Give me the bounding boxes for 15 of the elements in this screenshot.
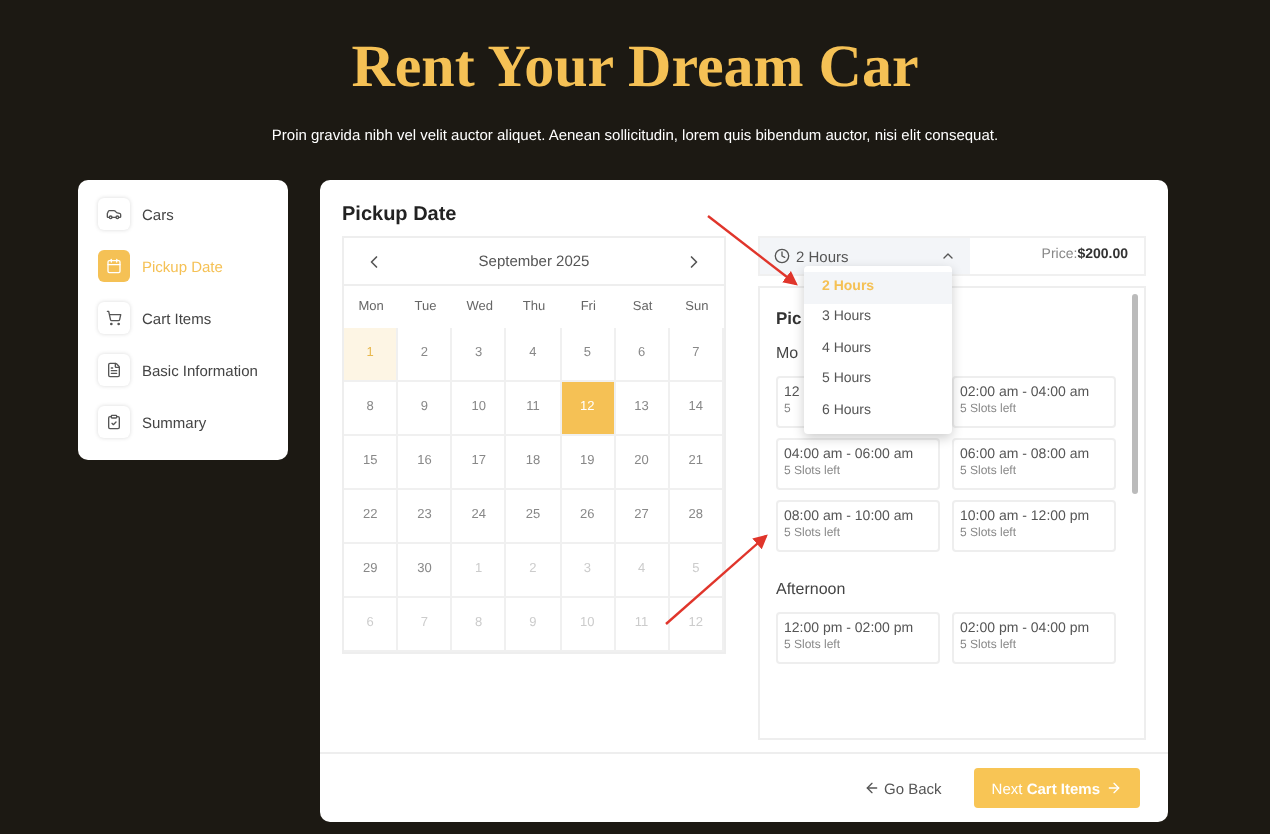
calendar-icon	[106, 258, 122, 275]
arrow-left-icon	[864, 780, 881, 797]
annotation-arrow	[665, 534, 768, 625]
slots-title: Pic	[776, 306, 802, 332]
panel-title: Pickup Date	[342, 202, 459, 231]
page-title: Rent Your Dream Car	[351, 38, 919, 98]
annotation-arrow	[707, 215, 798, 286]
document-icon	[106, 362, 122, 379]
cart-icon	[106, 310, 122, 327]
car-icon	[106, 206, 122, 223]
arrow-right-icon	[1106, 780, 1122, 797]
slot-group-title: Mo	[776, 342, 799, 366]
clipboard-check-icon	[106, 414, 122, 431]
slot-group-title: Afternoon	[776, 578, 846, 602]
scrollbar[interactable]	[1132, 294, 1138, 495]
